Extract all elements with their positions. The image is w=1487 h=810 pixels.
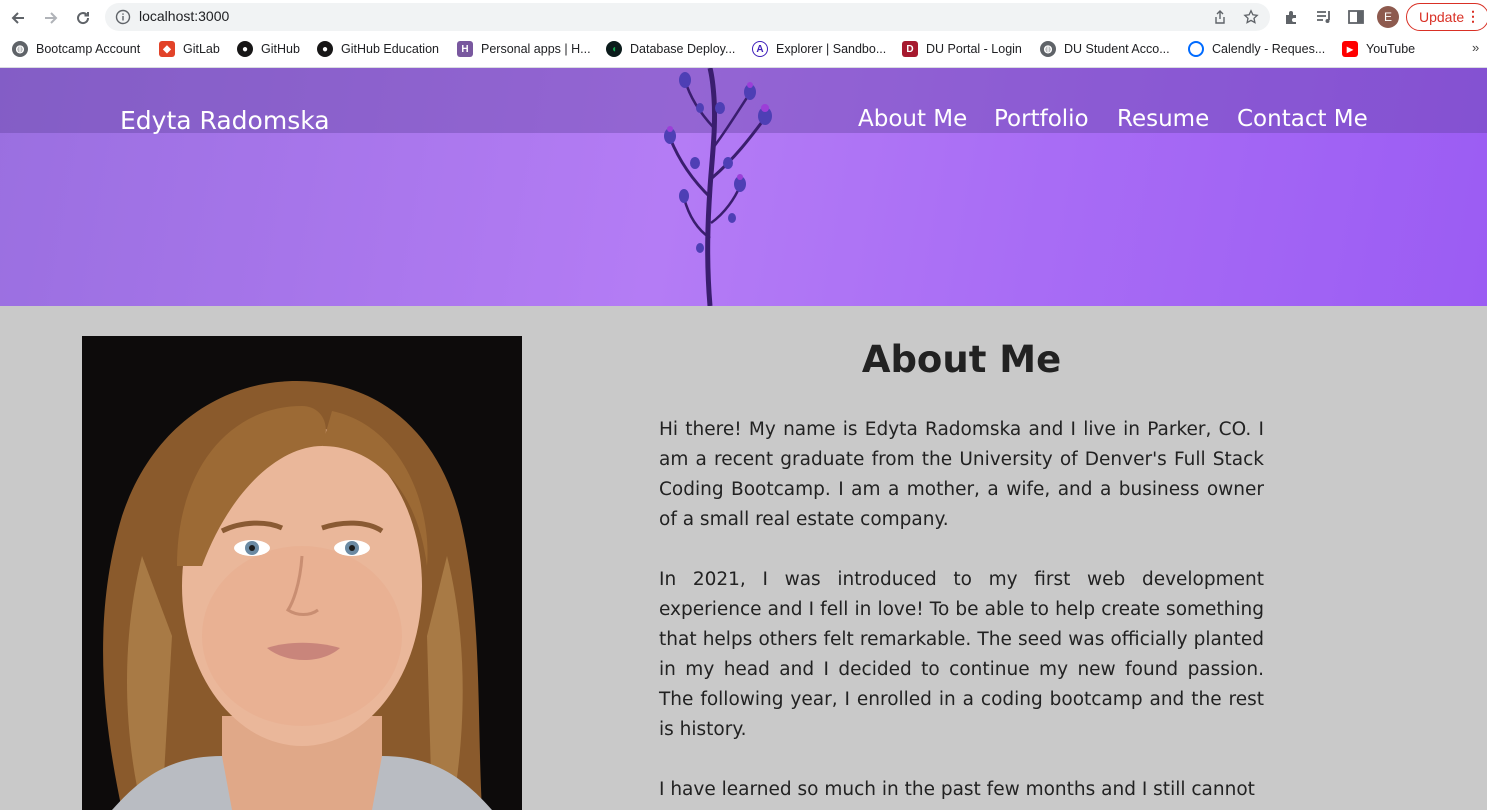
side-panel-icon[interactable] xyxy=(1347,8,1365,26)
bookmarks-bar: ◍ Bootcamp Account ◆ GitLab ● GitHub ● G… xyxy=(0,35,1487,63)
bookmark-item[interactable]: ● GitHub xyxy=(237,40,300,58)
bookmark-label: GitLab xyxy=(183,42,220,56)
bookmark-label: Database Deploy... xyxy=(630,42,736,56)
browser-chrome: localhost:3000 E Update ⋮ ◍ Bootcamp Acc… xyxy=(0,0,1487,68)
url-text: localhost:3000 xyxy=(139,8,230,24)
heroku-icon: H xyxy=(457,41,473,57)
nav-resume[interactable]: Resume xyxy=(1117,106,1209,132)
portrait-image xyxy=(82,336,522,810)
media-controls-icon[interactable] xyxy=(1315,8,1333,26)
bookmark-item[interactable]: ◆ GitLab xyxy=(159,40,220,58)
kebab-menu-icon[interactable]: ⋮ xyxy=(1466,8,1480,25)
arrow-right-icon xyxy=(45,12,58,24)
nav-contact-me[interactable]: Contact Me xyxy=(1237,106,1368,132)
star-icon[interactable] xyxy=(1243,9,1259,25)
share-icon[interactable] xyxy=(1212,9,1228,25)
bookmark-item[interactable]: D DU Portal - Login xyxy=(902,40,1022,58)
bookmark-item[interactable]: A Explorer | Sandbo... xyxy=(752,40,886,58)
bookmark-label: YouTube xyxy=(1366,42,1416,56)
bookmark-item[interactable]: ◖ Database Deploy... xyxy=(606,40,735,58)
forward-button[interactable] xyxy=(38,5,64,31)
gitlab-icon: ◆ xyxy=(159,41,175,57)
site-info-icon[interactable] xyxy=(115,9,131,25)
thistle-plant-image xyxy=(664,68,772,306)
github-icon: ● xyxy=(317,41,333,57)
bookmark-item[interactable]: Calendly - Reques... xyxy=(1188,40,1325,58)
reload-button[interactable] xyxy=(70,5,96,31)
about-paragraph: In 2021, I was introduced to my first we… xyxy=(659,569,1264,740)
hero-header: Edyta Radomska About Me Portfolio Resume… xyxy=(0,68,1487,306)
mongodb-icon: ◖ xyxy=(606,41,622,57)
reload-icon xyxy=(77,12,90,25)
bookmark-label: Bootcamp Account xyxy=(36,42,141,56)
bookmark-label: Calendly - Reques... xyxy=(1212,42,1326,56)
bookmark-item[interactable]: ◍ DU Student Acco... xyxy=(1040,40,1170,58)
arrow-left-icon xyxy=(11,12,24,24)
bookmark-item[interactable]: ◍ Bootcamp Account xyxy=(12,40,140,58)
browser-toolbar: localhost:3000 E Update ⋮ xyxy=(0,0,1487,35)
globe-icon: ◍ xyxy=(12,41,28,57)
about-paragraph: I have learned so much in the past few m… xyxy=(659,779,1255,800)
address-bar[interactable]: localhost:3000 xyxy=(105,3,1270,31)
more-bookmarks-icon[interactable]: » xyxy=(1472,40,1479,55)
calendly-icon xyxy=(1188,41,1204,57)
bookmark-label: DU Portal - Login xyxy=(926,42,1022,56)
bookmark-item[interactable]: ● GitHub Education xyxy=(317,40,439,58)
back-button[interactable] xyxy=(5,5,31,31)
profile-photo xyxy=(82,336,522,810)
update-button[interactable]: Update ⋮ xyxy=(1406,3,1487,31)
bookmark-label: Explorer | Sandbo... xyxy=(776,42,887,56)
du-icon: D xyxy=(902,41,918,57)
github-icon: ● xyxy=(237,41,253,57)
bookmark-label: DU Student Acco... xyxy=(1064,42,1170,56)
globe-icon: ◍ xyxy=(1040,41,1056,57)
nav-portfolio[interactable]: Portfolio xyxy=(994,106,1089,132)
profile-avatar[interactable]: E xyxy=(1377,6,1399,28)
site-brand[interactable]: Edyta Radomska xyxy=(120,106,330,135)
bookmark-item[interactable]: ▶ YouTube xyxy=(1342,40,1415,58)
bookmark-label: GitHub Education xyxy=(341,42,439,56)
bookmark-label: GitHub xyxy=(261,42,300,56)
bookmark-item[interactable]: H Personal apps | H... xyxy=(457,40,591,58)
apollo-icon: A xyxy=(752,41,768,57)
about-paragraph: Hi there! My name is Edyta Radomska and … xyxy=(659,419,1264,530)
youtube-icon: ▶ xyxy=(1342,41,1358,57)
update-label: Update xyxy=(1419,9,1465,25)
about-title: About Me xyxy=(861,338,1062,381)
extensions-icon[interactable] xyxy=(1283,8,1301,26)
nav-about-me[interactable]: About Me xyxy=(858,106,967,132)
bookmark-label: Personal apps | H... xyxy=(481,42,591,56)
